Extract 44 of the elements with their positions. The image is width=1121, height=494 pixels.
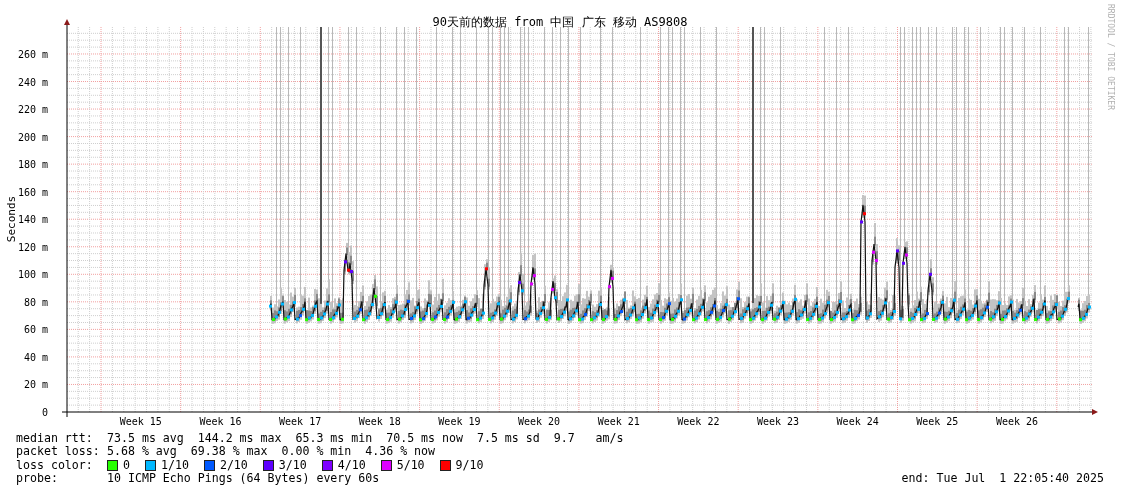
y-tick-label: 0 — [41, 407, 48, 418]
y-tick-label: 60 m — [23, 324, 48, 336]
y-tick-label: 160 m — [17, 186, 48, 198]
y-tick-label: 20 m — [23, 379, 48, 391]
x-tick-label: Week 21 — [597, 416, 640, 427]
stat-label: median rtt: — [16, 432, 94, 446]
legend-item-label: 1/10 — [161, 458, 189, 473]
y-tick-label: 40 m — [23, 351, 48, 363]
legend-item-label: 5/10 — [396, 458, 425, 473]
y-tick-label: 220 m — [17, 104, 48, 116]
x-tick-label: Week 17 — [279, 416, 322, 427]
x-tick-label: Week 24 — [836, 416, 879, 427]
x-tick-label: Week 23 — [756, 416, 800, 427]
x-tick-label: Week 22 — [677, 416, 720, 427]
x-tick-label: Week 19 — [438, 416, 481, 427]
y-tick-label: 140 m — [17, 214, 48, 226]
end-time-text: end: Tue Jul 1 22:05:40 2025 — [901, 472, 1105, 486]
legend-item-label: 9/10 — [455, 458, 484, 473]
x-tick-label: Week 15 — [119, 416, 162, 427]
x-tick-label: Week 20 — [518, 416, 561, 427]
legend-item-label: 4/10 — [337, 458, 366, 473]
stat-values: 5.68 % avg 69.38 % max 0.00 % min 4.36 % now — [107, 445, 436, 459]
probe-text: 10 ICMP Echo Pings (64 Bytes) every 60s — [107, 472, 380, 486]
y-tick-label: 180 m — [17, 159, 48, 171]
x-tick-label: Week 18 — [358, 416, 401, 427]
x-tick-label: Week 26 — [995, 416, 1039, 427]
chart-title: 90天前的数据 from 中国 广东 移动 AS9808 — [432, 15, 688, 29]
credit-text: RRDTOOL / TOBI OETIKER — [1106, 4, 1115, 110]
y-tick-label: 260 m — [17, 49, 48, 60]
x-tick-label: Week 25 — [916, 416, 959, 427]
legend-item-label: 0 — [123, 458, 130, 473]
legend-label: loss color: — [16, 458, 94, 473]
y-tick-label: 80 m — [23, 296, 48, 308]
probe-label: probe: — [16, 472, 59, 486]
y-tick-label: 200 m — [17, 131, 48, 143]
stat-values: 73.5 ms avg 144.2 ms max 65.3 ms min 70.5 ms now 7.5 ms sd 9.7 am/s — [107, 432, 624, 446]
y-tick-label: 120 m — [17, 241, 48, 253]
legend-item-label: 3/10 — [278, 458, 307, 473]
stat-label: packet loss: — [16, 445, 101, 459]
x-tick-label: Week 16 — [199, 416, 242, 427]
legend-item-label: 2/10 — [219, 458, 248, 473]
y-tick-label: 240 m — [17, 76, 48, 88]
y-tick-label: 100 m — [17, 269, 48, 281]
y-axis-label: Seconds — [5, 195, 18, 243]
